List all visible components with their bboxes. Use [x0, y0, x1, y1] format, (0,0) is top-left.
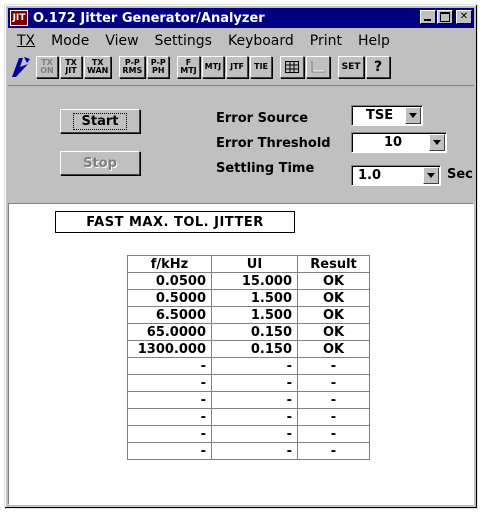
maximize-icon[interactable]: [437, 10, 453, 24]
frequency-cell: 6.5000: [127, 306, 212, 324]
ui-cell: -: [211, 442, 298, 460]
menu-bar: TX Mode View Settings Keyboard Print Hel…: [8, 31, 474, 51]
tx-jit-button[interactable]: TX JIT: [60, 56, 82, 78]
table-row: ---: [127, 425, 370, 443]
error-source-select[interactable]: TSE: [351, 105, 423, 126]
table-row: 0.5000 1.500 OK: [127, 289, 370, 307]
result-cell: -: [297, 357, 370, 375]
help-question-icon[interactable]: ?: [366, 56, 391, 78]
result-cell: OK: [297, 289, 370, 307]
table-row: ---: [127, 374, 370, 392]
tie-button[interactable]: TIE: [250, 56, 273, 78]
frequency-cell: -: [127, 391, 212, 409]
toolbar: TX ON TX JIT TX WAN P-P RMS P-P PH F MTJ…: [8, 53, 474, 81]
table-row: 1300.000 0.150 OK: [127, 340, 370, 358]
table-row: 65.0000 0.150 OK: [127, 323, 370, 341]
grid-icon[interactable]: [280, 56, 305, 78]
settling-time-unit: Sec: [447, 167, 473, 182]
ui-cell: -: [211, 408, 298, 426]
result-cell: -: [297, 425, 370, 443]
result-cell: -: [297, 442, 370, 460]
result-cell: -: [297, 408, 370, 426]
frequency-cell: -: [127, 408, 212, 426]
window-title: O.172 Jitter Generator/Analyzer: [33, 10, 265, 26]
frequency-cell: 1300.000: [127, 340, 212, 358]
frequency-cell: -: [127, 442, 212, 460]
ui-cell: -: [211, 391, 298, 409]
set-button[interactable]: SET: [338, 56, 365, 78]
tx-wan-button[interactable]: TX WAN: [84, 56, 112, 78]
pp-ph-button[interactable]: P-P PH: [147, 56, 170, 78]
result-cell: OK: [297, 323, 370, 341]
app-icon[interactable]: JIT: [10, 10, 28, 26]
minimize-icon[interactable]: [420, 10, 436, 24]
ui-cell: 0.150: [211, 323, 298, 341]
ui-cell: -: [211, 357, 298, 375]
graph-icon[interactable]: [306, 56, 331, 78]
menu-keyboard[interactable]: Keyboard: [220, 33, 302, 49]
table-row: 6.5000 1.500 OK: [127, 306, 370, 324]
column-header-frequency: f/kHz: [127, 255, 212, 273]
menu-print[interactable]: Print: [302, 33, 350, 49]
menu-view[interactable]: View: [97, 33, 146, 49]
f-mtj-button[interactable]: F MTJ: [177, 56, 200, 78]
stop-button[interactable]: Stop: [60, 151, 140, 175]
column-header-ui: UI: [211, 255, 298, 273]
table-row: 0.0500 15.000 OK: [127, 272, 370, 290]
mtj-button[interactable]: MTJ: [201, 56, 225, 78]
settling-time-label: Settling Time: [216, 161, 315, 176]
table-row: ---: [127, 408, 370, 426]
chevron-down-icon[interactable]: [429, 134, 445, 151]
ui-cell: -: [211, 425, 298, 443]
measurement-mode-label: FAST MAX. TOL. JITTER: [55, 211, 295, 233]
frequency-cell: -: [127, 357, 212, 375]
frequency-cell: -: [127, 425, 212, 443]
pp-rms-button[interactable]: P-P RMS: [119, 56, 146, 78]
ui-cell: 15.000: [211, 272, 298, 290]
result-cell: OK: [297, 306, 370, 324]
chevron-down-icon[interactable]: [405, 107, 421, 124]
app-window: JIT O.172 Jitter Generator/Analyzer ✕ TX…: [4, 4, 478, 509]
results-table: f/kHz UI Result 0.0500 15.000 OK 0.5000 1.50…: [127, 255, 370, 460]
error-threshold-label: Error Threshold: [216, 136, 331, 151]
tx-on-button[interactable]: TX ON: [36, 56, 58, 78]
table-row: ---: [127, 391, 370, 409]
chevron-down-icon[interactable]: [423, 167, 439, 184]
menu-help[interactable]: Help: [350, 33, 398, 49]
lightning-logo-icon[interactable]: [10, 55, 32, 79]
result-cell: OK: [297, 272, 370, 290]
ui-cell: 1.500: [211, 289, 298, 307]
results-area: FAST MAX. TOL. JITTER f/kHz UI Result 0.…: [8, 203, 474, 505]
error-threshold-select[interactable]: 10: [351, 132, 447, 153]
table-row: ---: [127, 442, 370, 460]
start-button[interactable]: Start: [60, 109, 140, 133]
menu-mode[interactable]: Mode: [43, 33, 97, 49]
menu-tx[interactable]: TX: [8, 33, 43, 49]
table-header-row: f/kHz UI Result: [127, 255, 370, 273]
ui-cell: -: [211, 374, 298, 392]
result-cell: OK: [297, 340, 370, 358]
error-source-label: Error Source: [216, 111, 309, 126]
title-bar[interactable]: JIT O.172 Jitter Generator/Analyzer ✕: [8, 8, 474, 28]
result-cell: -: [297, 374, 370, 392]
table-row: ---: [127, 357, 370, 375]
close-icon[interactable]: ✕: [456, 10, 472, 24]
column-header-result: Result: [297, 255, 370, 273]
jtf-button[interactable]: JTF: [226, 56, 249, 78]
ui-cell: 1.500: [211, 306, 298, 324]
frequency-cell: 65.0000: [127, 323, 212, 341]
frequency-cell: 0.5000: [127, 289, 212, 307]
frequency-cell: -: [127, 374, 212, 392]
settling-time-select[interactable]: 1.0: [351, 165, 441, 186]
result-cell: -: [297, 391, 370, 409]
ui-cell: 0.150: [211, 340, 298, 358]
frequency-cell: 0.0500: [127, 272, 212, 290]
menu-settings[interactable]: Settings: [147, 33, 220, 49]
